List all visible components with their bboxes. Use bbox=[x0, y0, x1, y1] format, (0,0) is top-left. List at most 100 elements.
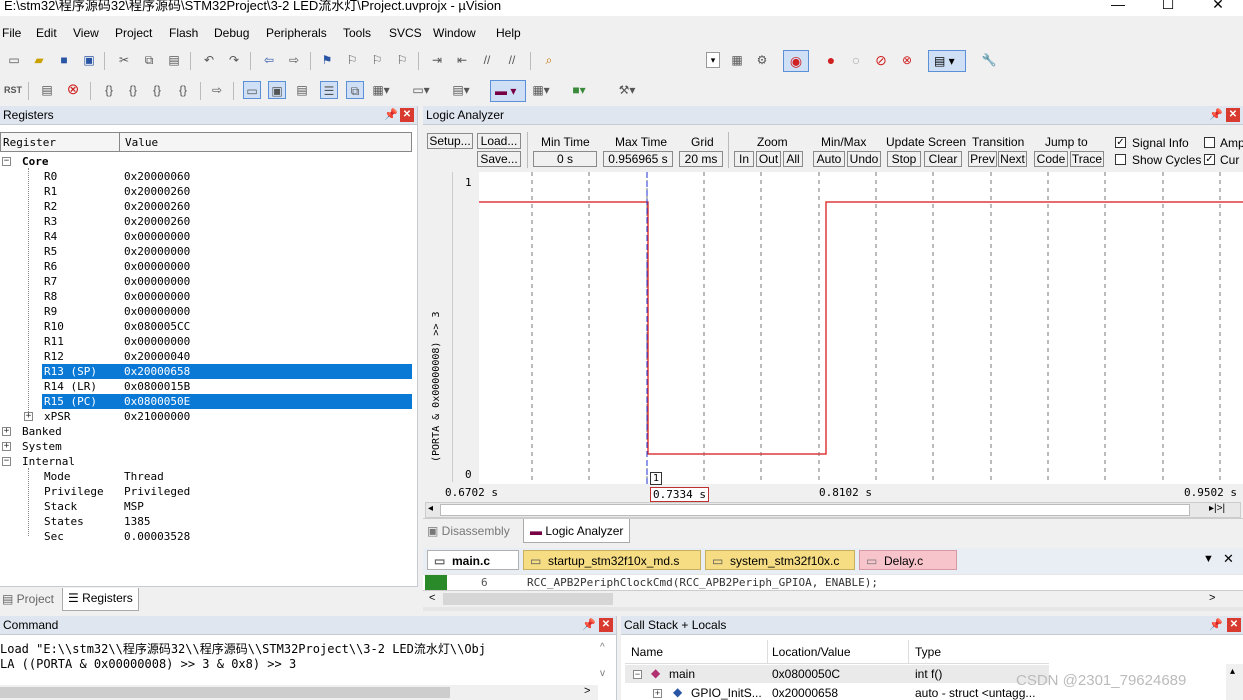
save-button[interactable]: Save... bbox=[477, 151, 521, 167]
register-value[interactable]: 0x20000260 bbox=[124, 199, 190, 214]
close-icon[interactable]: ✕ bbox=[1226, 108, 1240, 122]
paste-icon[interactable]: ▤ bbox=[165, 51, 183, 69]
collapse-icon[interactable]: − bbox=[2, 157, 11, 166]
internal-value[interactable]: Thread bbox=[124, 469, 164, 484]
collapse-icon[interactable]: − bbox=[633, 670, 642, 679]
registers-window-icon[interactable]: ☰ bbox=[320, 81, 338, 99]
scroll-up-icon[interactable]: ^ bbox=[600, 642, 605, 653]
stop-button[interactable]: Stop bbox=[887, 151, 921, 167]
register-row[interactable]: R11 bbox=[44, 334, 64, 349]
register-row[interactable]: R6 bbox=[44, 259, 57, 274]
setup-button[interactable]: Setup... bbox=[427, 133, 473, 149]
clear-button[interactable]: Clear bbox=[924, 151, 962, 167]
register-value[interactable]: 0x20000060 bbox=[124, 169, 190, 184]
cursor-checkbox[interactable]: ✓ bbox=[1204, 154, 1215, 165]
tab-startup[interactable]: ▭ startup_stm32f10x_md.s bbox=[523, 550, 701, 570]
menu-tools[interactable]: Tools bbox=[343, 26, 371, 40]
expand-icon[interactable]: + bbox=[2, 427, 11, 436]
unindent-icon[interactable]: ⇤ bbox=[453, 51, 471, 69]
register-value[interactable]: 0x00000000 bbox=[124, 304, 190, 319]
register-row[interactable]: R8 bbox=[44, 289, 57, 304]
register-value[interactable]: 0x00000000 bbox=[124, 289, 190, 304]
run-icon[interactable]: ▤ bbox=[38, 81, 56, 99]
call-stack-scrollbar[interactable]: ▴ bbox=[1226, 664, 1243, 700]
load-button[interactable]: Load... bbox=[477, 133, 521, 149]
scroll-left-icon[interactable]: < bbox=[429, 592, 435, 604]
close-editor-icon[interactable]: ✕ bbox=[1223, 551, 1234, 567]
menu-flash[interactable]: Flash bbox=[169, 26, 198, 40]
register-row[interactable]: R7 bbox=[44, 274, 57, 289]
breakpoint-disable-icon[interactable]: ○ bbox=[847, 51, 865, 69]
open-folder-icon[interactable]: ▰ bbox=[30, 51, 48, 69]
menu-edit[interactable]: Edit bbox=[36, 26, 57, 40]
column-location[interactable]: Location/Value bbox=[772, 645, 851, 659]
menu-svcs[interactable]: SVCS bbox=[389, 26, 422, 40]
register-value[interactable]: 0x20000040 bbox=[124, 349, 190, 364]
logic-waveform-plot[interactable] bbox=[479, 172, 1243, 484]
trace-window-icon[interactable]: ▦▾ bbox=[532, 81, 550, 99]
cursor-marker[interactable]: 1 bbox=[650, 472, 662, 485]
register-row[interactable]: R12 bbox=[44, 349, 64, 364]
reset-icon[interactable]: RST bbox=[4, 81, 22, 99]
find-icon[interactable]: ▦ bbox=[728, 51, 746, 69]
indent-icon[interactable]: ⇥ bbox=[428, 51, 446, 69]
pin-icon[interactable]: 📌 bbox=[582, 618, 596, 632]
register-value[interactable]: 0x20000260 bbox=[124, 214, 190, 229]
column-divider[interactable] bbox=[767, 640, 768, 664]
column-value[interactable]: Value bbox=[125, 136, 158, 149]
register-row[interactable]: R3 bbox=[44, 214, 57, 229]
config-wizard-icon[interactable]: ⚙ bbox=[753, 51, 771, 69]
internal-value[interactable]: Privileged bbox=[124, 484, 190, 499]
register-row[interactable]: R0 bbox=[44, 169, 57, 184]
show-next-statement-icon[interactable]: ⇨ bbox=[208, 81, 226, 99]
bookmark-clear-icon[interactable]: ⚐ bbox=[393, 51, 411, 69]
redo-icon[interactable]: ↷ bbox=[225, 51, 243, 69]
find-in-files-icon[interactable]: ⌕ bbox=[540, 51, 558, 69]
watch-window-icon[interactable]: ▦▾ bbox=[372, 81, 390, 99]
maximize-button[interactable]: ☐ bbox=[1148, 0, 1188, 14]
save-icon[interactable]: ■ bbox=[55, 51, 73, 69]
tab-registers[interactable]: ☰ Registers bbox=[62, 588, 139, 611]
register-value[interactable]: 0x20000658 bbox=[124, 364, 190, 379]
zoom-all-button[interactable]: All bbox=[783, 151, 803, 167]
nav-back-icon[interactable]: ⇦ bbox=[260, 51, 278, 69]
register-row[interactable]: R9 bbox=[44, 304, 57, 319]
register-row[interactable]: R10 bbox=[44, 319, 64, 334]
menu-help[interactable]: Help bbox=[496, 26, 521, 40]
register-value[interactable]: 0x20000000 bbox=[124, 244, 190, 259]
internal-value[interactable]: 1385 bbox=[124, 514, 151, 529]
column-register[interactable]: Register bbox=[3, 136, 56, 149]
code-button[interactable]: Code bbox=[1034, 151, 1068, 167]
uncomment-icon[interactable]: // bbox=[503, 51, 521, 69]
internal-value[interactable]: MSP bbox=[124, 499, 144, 514]
call-stack-row[interactable]: − ◆ main 0x0800050C int f() bbox=[625, 665, 1049, 683]
tree-banked[interactable]: Banked bbox=[22, 424, 62, 439]
menu-file[interactable]: File bbox=[2, 26, 21, 40]
menu-debug[interactable]: Debug bbox=[214, 26, 249, 40]
menu-peripherals[interactable]: Peripherals bbox=[266, 26, 327, 40]
disassembly-window-icon[interactable]: ▣ bbox=[268, 81, 286, 99]
scroll-up-icon[interactable]: ▴ bbox=[1230, 666, 1235, 677]
register-value[interactable]: 0x20000260 bbox=[124, 184, 190, 199]
scrollbar-thumb[interactable] bbox=[0, 687, 450, 698]
auto-button[interactable]: Auto bbox=[813, 151, 845, 167]
tab-list-dropdown-icon[interactable]: ▼ bbox=[1203, 553, 1214, 565]
register-value[interactable]: 0x00000000 bbox=[124, 334, 190, 349]
next-button[interactable]: Next bbox=[998, 151, 1027, 167]
command-window-icon[interactable]: ▭ bbox=[243, 81, 261, 99]
serial-window-icon[interactable]: ▤▾ bbox=[452, 81, 470, 99]
editor-scrollbar[interactable]: < > bbox=[423, 590, 1243, 607]
stop-icon[interactable]: ⊗ bbox=[64, 81, 82, 99]
column-type[interactable]: Type bbox=[915, 645, 941, 659]
scroll-down-icon[interactable]: v bbox=[600, 668, 605, 679]
internal-value[interactable]: 0.00003528 bbox=[124, 529, 190, 544]
trace-button[interactable]: Trace bbox=[1070, 151, 1104, 167]
register-value[interactable]: 0x21000000 bbox=[124, 409, 190, 424]
nav-forward-icon[interactable]: ⇨ bbox=[285, 51, 303, 69]
save-all-icon[interactable]: ▣ bbox=[80, 51, 98, 69]
close-icon[interactable]: ✕ bbox=[599, 618, 613, 632]
internal-row[interactable]: States bbox=[44, 514, 84, 529]
register-row[interactable]: R14 (LR) bbox=[44, 379, 97, 394]
dropdown-arrow-icon[interactable]: ▾ bbox=[706, 52, 720, 68]
breakpoint-kill-all-icon[interactable]: ⊗ bbox=[898, 51, 916, 69]
